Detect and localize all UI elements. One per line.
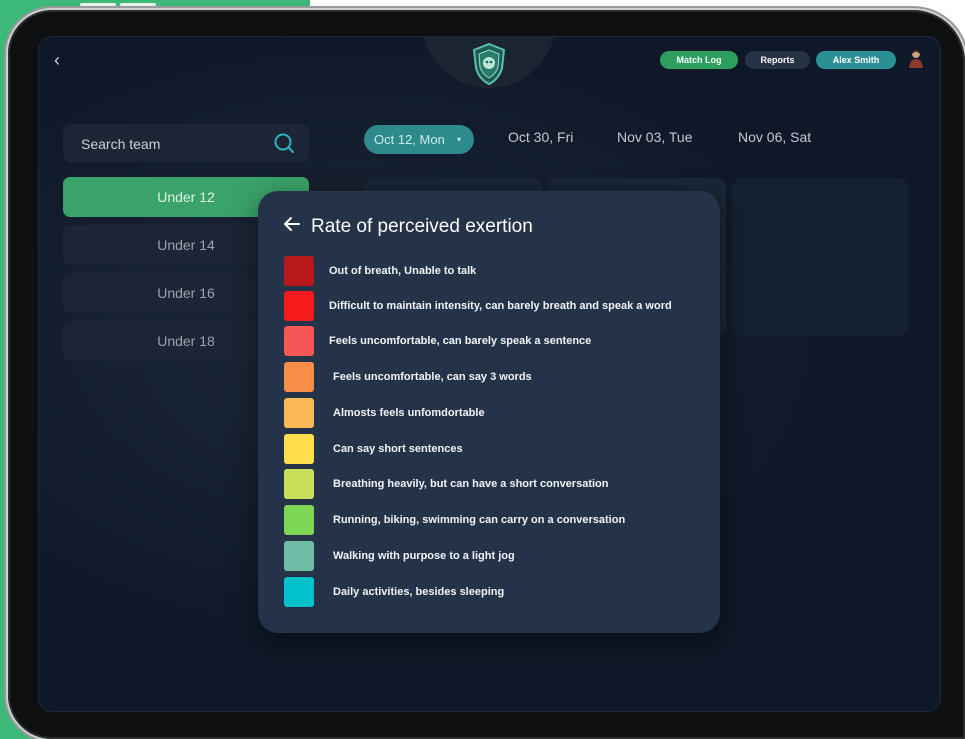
color-swatch xyxy=(284,434,314,464)
rpe-level[interactable]: Daily activities, besides sleeping xyxy=(284,577,704,607)
rpe-level[interactable]: Can say short sentences xyxy=(284,434,704,464)
team-search xyxy=(63,124,309,164)
color-swatch xyxy=(284,362,314,392)
rpe-level-label: Out of breath, Unable to talk xyxy=(329,265,477,277)
color-swatch xyxy=(284,256,314,286)
rpe-level-label: Daily activities, besides sleeping xyxy=(333,586,505,598)
color-swatch xyxy=(284,541,314,571)
chevron-down-icon: ▾ xyxy=(457,135,462,144)
rpe-level-label: Feels uncomfortable, can barely speak a … xyxy=(329,335,592,347)
rpe-level[interactable]: Walking with purpose to a light jog xyxy=(284,541,704,571)
rpe-modal: Rate of perceived exertion Out of breath… xyxy=(258,191,720,633)
rpe-level-label: Difficult to maintain intensity, can bar… xyxy=(329,300,672,312)
profile-button[interactable]: Alex Smith xyxy=(816,51,896,69)
window-tab-marker xyxy=(120,3,156,9)
team-logo xyxy=(471,42,507,91)
color-swatch xyxy=(284,577,314,607)
avatar[interactable] xyxy=(905,48,927,70)
date-active-label: Oct 12, Mon xyxy=(374,132,445,147)
color-swatch xyxy=(284,326,314,356)
rpe-level-label: Walking with purpose to a light jog xyxy=(333,550,515,562)
rpe-level[interactable]: Breathing heavily, but can have a short … xyxy=(284,469,704,499)
session-card xyxy=(732,178,908,336)
arrow-left-icon[interactable] xyxy=(283,215,301,233)
rpe-level-label: Almosts feels unfomdortable xyxy=(333,407,485,419)
app-screen: ‹ Match Log Reports Alex Smith Search te… xyxy=(38,36,941,712)
rpe-level[interactable]: Feels uncomfortable, can barely speak a … xyxy=(284,326,704,356)
modal-title: Rate of perceived exertion xyxy=(311,216,533,237)
date-tab[interactable]: Nov 06, Sat xyxy=(738,128,811,146)
search-icon[interactable] xyxy=(273,132,295,154)
rpe-level-label: Breathing heavily, but can have a short … xyxy=(333,478,609,490)
color-swatch xyxy=(284,398,314,428)
tablet-frame: ‹ Match Log Reports Alex Smith Search te… xyxy=(8,10,965,739)
color-swatch xyxy=(284,469,314,499)
rpe-level[interactable]: Almosts feels unfomdortable xyxy=(284,398,704,428)
rpe-level-label: Feels uncomfortable, can say 3 words xyxy=(333,371,532,383)
rpe-level[interactable]: Difficult to maintain intensity, can bar… xyxy=(284,291,704,321)
rpe-level[interactable]: Out of breath, Unable to talk xyxy=(284,256,704,286)
back-icon[interactable]: ‹ xyxy=(54,51,60,69)
date-tab[interactable]: Nov 03, Tue xyxy=(617,128,693,146)
rpe-level-label: Running, biking, swimming can carry on a… xyxy=(333,514,626,526)
rpe-level-label: Can say short sentences xyxy=(333,443,463,455)
match-log-button[interactable]: Match Log xyxy=(660,51,738,69)
search-input[interactable] xyxy=(79,124,273,164)
reports-button[interactable]: Reports xyxy=(745,51,810,69)
rpe-level[interactable]: Feels uncomfortable, can say 3 words xyxy=(284,362,704,392)
color-swatch xyxy=(284,505,314,535)
rpe-level[interactable]: Running, biking, swimming can carry on a… xyxy=(284,505,704,535)
window-tab-marker xyxy=(80,3,116,9)
date-tab[interactable]: Oct 30, Fri xyxy=(508,128,573,146)
date-selector-active[interactable]: Oct 12, Mon ▾ xyxy=(364,125,474,154)
color-swatch xyxy=(284,291,314,321)
